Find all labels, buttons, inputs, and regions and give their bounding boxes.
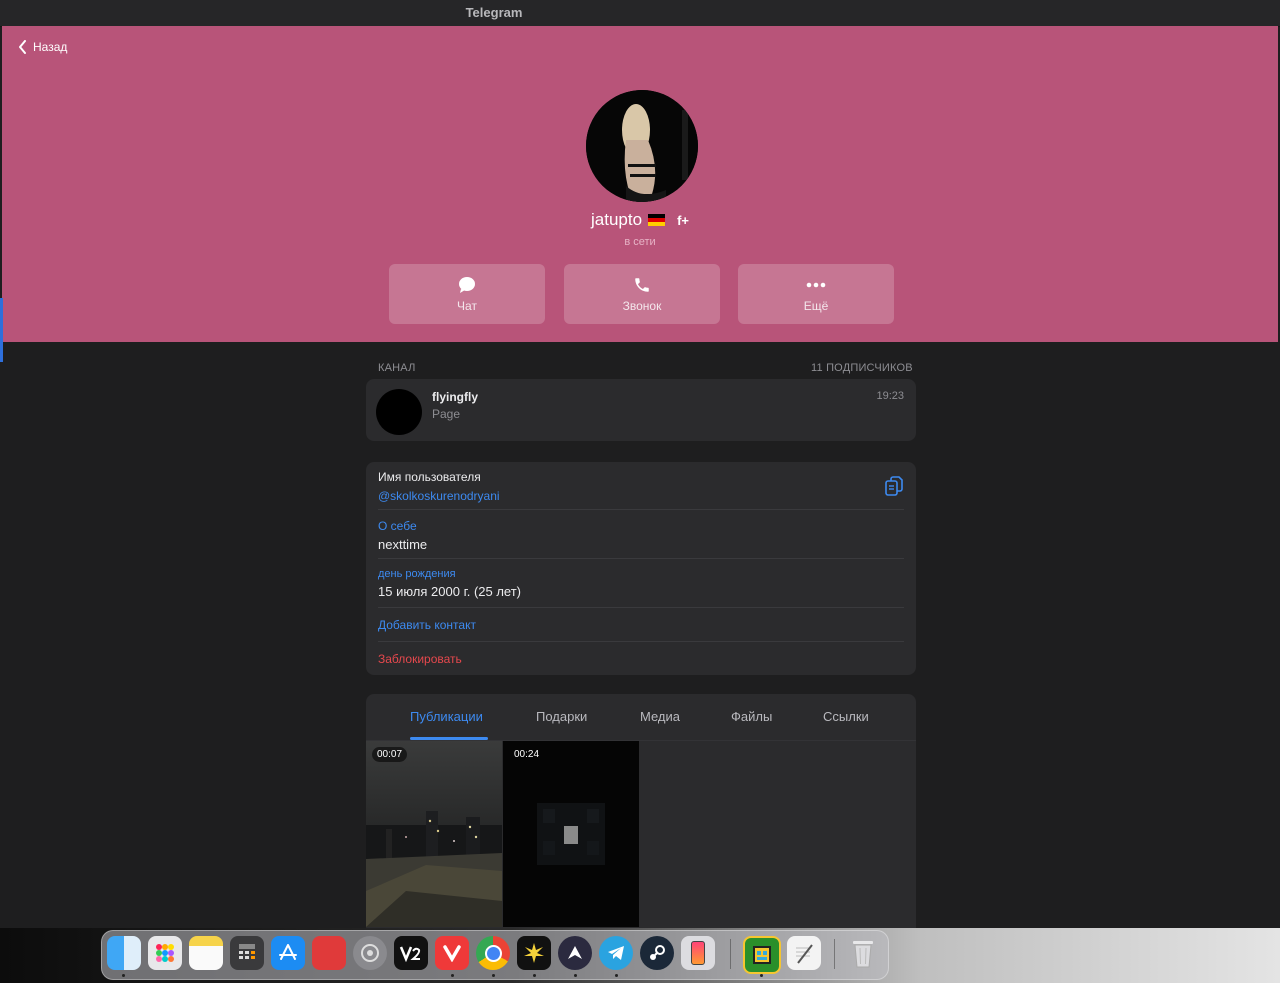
channel-subtitle: Page (432, 407, 461, 421)
block-button[interactable]: Заблокировать (378, 652, 904, 666)
about-label: О себе (378, 519, 417, 533)
media-thumbnail[interactable]: 00:07 (366, 741, 502, 927)
chat-bubble-icon (459, 276, 475, 293)
copy-icon[interactable] (884, 476, 904, 503)
channel-card[interactable]: flyingfly Page 19:23 (366, 379, 916, 441)
vivaldi-icon[interactable] (435, 936, 469, 970)
divider (378, 607, 904, 608)
birthday-label: день рождения (378, 568, 456, 580)
tab-publications[interactable]: Публикации (410, 709, 483, 724)
back-button[interactable]: Назад (18, 40, 67, 54)
chat-button[interactable]: Чат (389, 264, 545, 324)
proton-vpn-icon[interactable] (558, 936, 592, 970)
more-label: Ещё (803, 298, 829, 313)
channel-avatar (376, 389, 422, 435)
geometry-dash-icon[interactable] (743, 936, 781, 974)
more-dots-icon (806, 282, 826, 287)
running-indicator (533, 974, 536, 977)
back-label: Назад (33, 40, 68, 54)
dock-separator (834, 939, 835, 969)
running-indicator (492, 974, 495, 977)
photo-booth-icon[interactable] (312, 936, 346, 970)
finder-icon[interactable] (107, 936, 141, 970)
running-indicator (574, 974, 577, 977)
subscriber-count: 11 ПОДПИСЧИКОВ (811, 362, 913, 374)
tab-gifts[interactable]: Подарки (536, 709, 587, 724)
channel-time: 19:23 (876, 390, 904, 402)
running-indicator (122, 974, 125, 977)
telegram-icon[interactable] (599, 936, 633, 970)
username-row[interactable]: Имя пользователя @skolkoskurenodryani (378, 470, 904, 503)
notes-icon[interactable] (189, 936, 223, 970)
textedit-icon[interactable] (787, 936, 821, 970)
tab-links[interactable]: Ссылки (823, 709, 869, 724)
calculator-icon[interactable] (230, 936, 264, 970)
sidebar-accent (0, 298, 3, 362)
media-thumbnail[interactable]: 00:24 (503, 741, 639, 927)
duration-badge: 00:24 (514, 749, 540, 760)
phone-icon (635, 277, 649, 292)
online-status: в сети (624, 236, 656, 248)
birthday-row[interactable]: день рождения 15 июля 2000 г. (25 лет) (378, 568, 904, 599)
running-indicator (451, 974, 454, 977)
media-card: Публикации Подарки Медиа Файлы Ссылки 00… (366, 694, 916, 928)
running-indicator (760, 974, 763, 977)
divider (378, 641, 904, 642)
profile-avatar[interactable] (586, 90, 698, 202)
chevron-left-icon (19, 40, 26, 54)
germany-flag-icon (648, 214, 666, 226)
tab-media[interactable]: Медиа (640, 709, 680, 724)
duration-badge: 00:07 (372, 747, 408, 762)
v2-app-icon[interactable] (394, 936, 428, 970)
tab-files[interactable]: Файлы (731, 709, 772, 724)
birthday-value: 15 июля 2000 г. (25 лет) (378, 584, 522, 599)
premium-badge[interactable]: f+ (677, 213, 689, 228)
profile-name-row: jatupto f+ (2, 210, 1278, 230)
chat-label: Чат (457, 298, 477, 313)
system-settings-icon[interactable] (353, 936, 387, 970)
chrome-icon[interactable] (476, 936, 510, 970)
app-store-icon[interactable] (271, 936, 305, 970)
dock (101, 930, 889, 980)
window-titlebar: Telegram (0, 0, 1280, 27)
about-value: nexttime (378, 537, 428, 552)
iphone-mirroring-icon[interactable] (681, 936, 715, 970)
username-label: Имя пользователя (378, 470, 481, 484)
username-value[interactable]: @skolkoskurenodryani (378, 489, 904, 503)
trash-icon[interactable] (846, 936, 880, 970)
info-card: Имя пользователя @skolkoskurenodryani О … (366, 462, 916, 675)
more-button[interactable]: Ещё (738, 264, 894, 324)
burst-app-icon[interactable] (517, 936, 551, 970)
call-label: Звонок (622, 298, 662, 313)
divider (378, 509, 904, 510)
running-indicator (615, 974, 618, 977)
profile-name: jatupto (591, 210, 643, 229)
profile-header: Назад jatupto f+ в сети Чат Звонок Ещё (2, 26, 1278, 342)
about-row[interactable]: О себе nexttime (378, 519, 904, 552)
media-tabs: Публикации Подарки Медиа Файлы Ссылки (366, 694, 916, 740)
add-contact-button[interactable]: Добавить контакт (378, 618, 904, 632)
call-button[interactable]: Звонок (564, 264, 720, 324)
divider (378, 558, 904, 559)
channel-name: flyingfly (432, 390, 479, 404)
window-title: Telegram (465, 5, 523, 20)
steam-icon[interactable] (640, 936, 674, 970)
launchpad-icon[interactable] (148, 936, 182, 970)
dock-separator (730, 939, 731, 969)
channel-section-label: КАНАЛ (378, 362, 416, 374)
